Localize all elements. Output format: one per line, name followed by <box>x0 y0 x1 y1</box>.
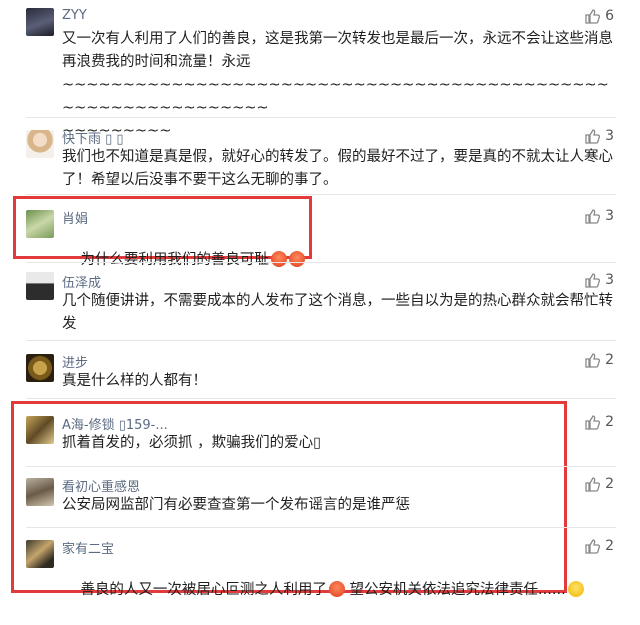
thumbs-up-icon <box>585 477 601 492</box>
comment-text: 善良的人又一次被居心叵测之人利用了 望公安机关依法追究法律责任...... <box>62 556 614 625</box>
like-count: 2 <box>605 476 614 492</box>
like-button[interactable]: 3 <box>584 272 614 288</box>
like-count: 2 <box>605 538 614 554</box>
thumbs-up-icon <box>585 129 601 144</box>
divider <box>26 117 616 118</box>
comment-text: 抓着首发的，必须抓 ，欺骗我们的爱心▯ <box>62 435 322 451</box>
like-count: 3 <box>605 128 614 144</box>
comment-text: 几个随便讲讲，不需要成本的人发布了这个消息，一些自以为是的热心群众就会帮忙转发 <box>62 293 613 332</box>
divider <box>26 340 616 341</box>
comment-author[interactable]: ZYY <box>62 8 87 23</box>
divider <box>26 194 616 195</box>
thumbs-up-icon <box>585 353 601 368</box>
avatar[interactable] <box>26 478 54 506</box>
thumbs-up-icon <box>585 539 601 554</box>
avatar[interactable] <box>26 354 54 382</box>
comment-text: 我们也不知道是真是假，就好心的转发了。假的最好不过了，要是真的不就太让人寒心了！… <box>62 149 613 188</box>
like-button[interactable]: 6 <box>584 8 614 24</box>
like-button[interactable]: 2 <box>584 538 614 554</box>
comment-author[interactable]: 看初心重感恩 <box>62 476 140 495</box>
thumbs-up-icon <box>585 415 601 430</box>
divider <box>26 262 616 263</box>
comment-text-body-2: 望公安机关依法追究法律责任...... <box>349 582 566 598</box>
comment-author[interactable]: 进步 <box>62 352 88 371</box>
angry-face-emoji <box>270 251 287 267</box>
comment-text-body: 善良的人又一次被居心叵测之人利用了 <box>80 582 327 598</box>
comment-author[interactable]: 肖娟 <box>62 208 88 227</box>
divider <box>26 527 616 528</box>
avatar[interactable] <box>26 8 54 36</box>
angry-face-emoji <box>328 581 345 597</box>
like-button[interactable]: 2 <box>584 352 614 368</box>
avatar[interactable] <box>26 272 54 300</box>
avatar[interactable] <box>26 540 54 568</box>
like-count: 6 <box>605 8 614 24</box>
laughing-face-emoji <box>567 581 584 597</box>
comment-text: 公安局网监部门有必要查查第一个发布谣言的是谁严惩 <box>62 497 410 513</box>
comment-author[interactable]: 快下雨 ▯ ▯ <box>62 128 124 147</box>
comment-text: 又一次有人利用了人们的善良，这是我第一次转发也是最后一次，永远不会让这些消息再浪… <box>62 31 613 139</box>
comment-text: 为什么要利用我们的善良可耻 <box>62 226 614 295</box>
like-button[interactable]: 2 <box>584 414 614 430</box>
thumbs-up-icon <box>585 209 601 224</box>
avatar[interactable] <box>26 130 54 158</box>
like-count: 3 <box>605 272 614 288</box>
like-count: 2 <box>605 352 614 368</box>
thumbs-up-icon <box>585 273 601 288</box>
like-button[interactable]: 3 <box>584 128 614 144</box>
divider <box>26 398 616 399</box>
divider <box>26 466 616 467</box>
like-button[interactable]: 3 <box>584 208 614 224</box>
comment-text-body: 为什么要利用我们的善良可耻 <box>80 252 269 268</box>
thumbs-up-icon <box>585 9 601 24</box>
avatar[interactable] <box>26 416 54 444</box>
like-button[interactable]: 2 <box>584 476 614 492</box>
angry-face-emoji <box>288 251 305 267</box>
comment-author[interactable]: A海-修锁 ▯159-... <box>62 414 168 433</box>
comment-text: 真是什么样的人都有！ <box>62 373 207 389</box>
like-count: 2 <box>605 414 614 430</box>
avatar[interactable] <box>26 210 54 238</box>
like-count: 3 <box>605 208 614 224</box>
comment-author[interactable]: 伍泽成 <box>62 272 101 291</box>
comment-author[interactable]: 家有二宝 <box>62 538 114 557</box>
